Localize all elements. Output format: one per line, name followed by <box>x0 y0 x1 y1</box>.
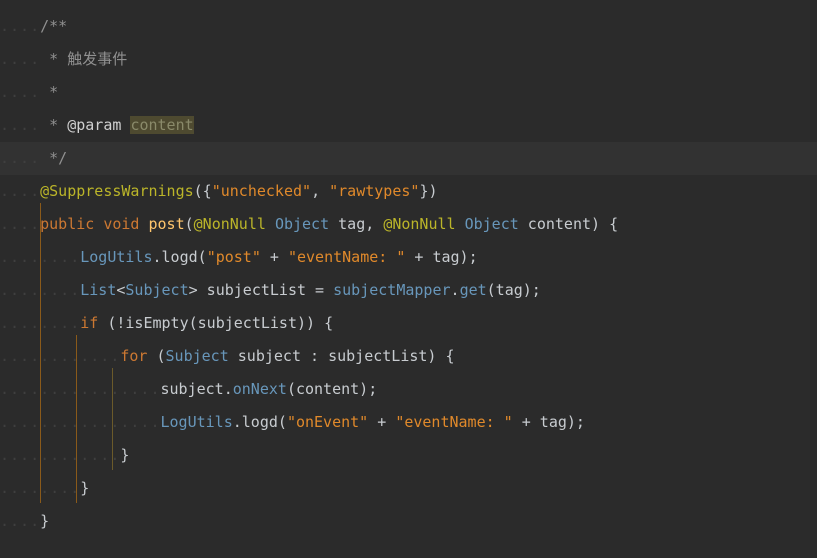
code-token: subject. <box>160 380 233 398</box>
code-token: */ <box>40 149 68 167</box>
code-token: (!isEmpty(subjectList)) { <box>98 314 334 332</box>
code-line[interactable]: ................subject.onNext(content); <box>0 373 817 406</box>
code-token: get <box>459 281 487 299</box>
code-token: }) <box>419 182 438 200</box>
code-token: * <box>40 83 59 101</box>
code-token: ( <box>184 215 194 233</box>
code-token: public void <box>40 215 149 233</box>
code-token: LogUtils <box>80 248 153 266</box>
code-token: "unchecked" <box>211 182 312 200</box>
code-line[interactable]: ....} <box>0 505 817 538</box>
indent-guide-for <box>112 368 113 470</box>
whitespace-marker: .... <box>0 149 41 167</box>
code-token: } <box>40 512 50 530</box>
code-token: for <box>120 347 148 365</box>
code-token: @SuppressWarnings <box>40 182 194 200</box>
whitespace-marker: .... <box>0 182 41 200</box>
code-line[interactable]: ........if (!isEmpty(subjectList)) { <box>0 307 817 340</box>
code-token: subjectMapper <box>333 281 451 299</box>
whitespace-marker: ............ <box>0 347 121 365</box>
code-token: content) { <box>518 215 619 233</box>
whitespace-marker: ................ <box>0 380 161 398</box>
code-token: .logd( <box>152 248 207 266</box>
code-token: tag, <box>329 215 384 233</box>
code-token: Subject <box>125 281 189 299</box>
code-token: + <box>260 248 288 266</box>
code-token: /** <box>40 17 68 35</box>
code-token: Object <box>464 215 519 233</box>
code-token: subject : subjectList) { <box>228 347 455 365</box>
code-editor[interactable]: ..../**.... * 触发事件.... *.... * @param co… <box>0 0 817 558</box>
code-token: List <box>80 281 117 299</box>
code-line[interactable]: .... * <box>0 76 817 109</box>
code-token: Object <box>274 215 330 233</box>
code-token: * 触发事件 <box>40 50 128 68</box>
code-token: (content); <box>286 380 378 398</box>
code-line[interactable]: ....@SuppressWarnings({"unchecked", "raw… <box>0 175 817 208</box>
whitespace-marker: ................ <box>0 413 161 431</box>
code-line[interactable]: .... */ <box>0 142 817 175</box>
code-line[interactable]: ........List<Subject> subjectList = subj… <box>0 274 817 307</box>
indent-guide-if <box>76 335 77 503</box>
code-token: } <box>80 479 90 497</box>
code-token: "eventName: " <box>395 413 513 431</box>
code-line[interactable]: ............} <box>0 439 817 472</box>
code-token: } <box>120 446 130 464</box>
code-line[interactable]: ..../** <box>0 10 817 43</box>
code-token: + <box>368 413 396 431</box>
code-token: content <box>130 116 194 134</box>
indent-guide-method <box>40 203 41 503</box>
code-token: ({ <box>193 182 212 200</box>
code-token: "rawtypes" <box>329 182 420 200</box>
code-token: "post" <box>206 248 261 266</box>
code-token: + tag); <box>512 413 585 431</box>
whitespace-marker: .... <box>0 116 41 134</box>
code-line[interactable]: ................LogUtils.logd("onEvent" … <box>0 406 817 439</box>
code-token: > subjectList = <box>188 281 334 299</box>
code-token: post <box>148 215 185 233</box>
whitespace-marker: .... <box>0 83 41 101</box>
code-token: + tag); <box>405 248 478 266</box>
whitespace-marker: ............ <box>0 446 121 464</box>
code-token: "eventName: " <box>287 248 406 266</box>
whitespace-marker: .... <box>0 215 41 233</box>
code-token: (tag); <box>486 281 541 299</box>
code-token: ( <box>147 347 166 365</box>
code-token: @NonNull <box>383 215 465 233</box>
whitespace-marker: .... <box>0 17 41 35</box>
code-token: .logd( <box>232 413 287 431</box>
whitespace-marker: .... <box>0 50 41 68</box>
code-line[interactable]: .... * @param content <box>0 109 817 142</box>
code-line[interactable]: ....public void post(@NonNull Object tag… <box>0 208 817 241</box>
code-token: @NonNull <box>193 215 275 233</box>
code-token: onNext <box>232 380 287 398</box>
code-line[interactable]: ........LogUtils.logd("post" + "eventNam… <box>0 241 817 274</box>
code-token: . <box>450 281 460 299</box>
whitespace-marker: .... <box>0 512 41 530</box>
code-line[interactable]: ........} <box>0 472 817 505</box>
code-token: if <box>80 314 99 332</box>
code-token: * <box>40 116 68 134</box>
code-token: "onEvent" <box>286 413 369 431</box>
code-token: @param <box>67 116 122 134</box>
code-line[interactable]: .... * 触发事件 <box>0 43 817 76</box>
code-line[interactable]: ............for (Subject subject : subje… <box>0 340 817 373</box>
code-token: LogUtils <box>160 413 233 431</box>
code-token: , <box>311 182 330 200</box>
code-token: Subject <box>165 347 229 365</box>
